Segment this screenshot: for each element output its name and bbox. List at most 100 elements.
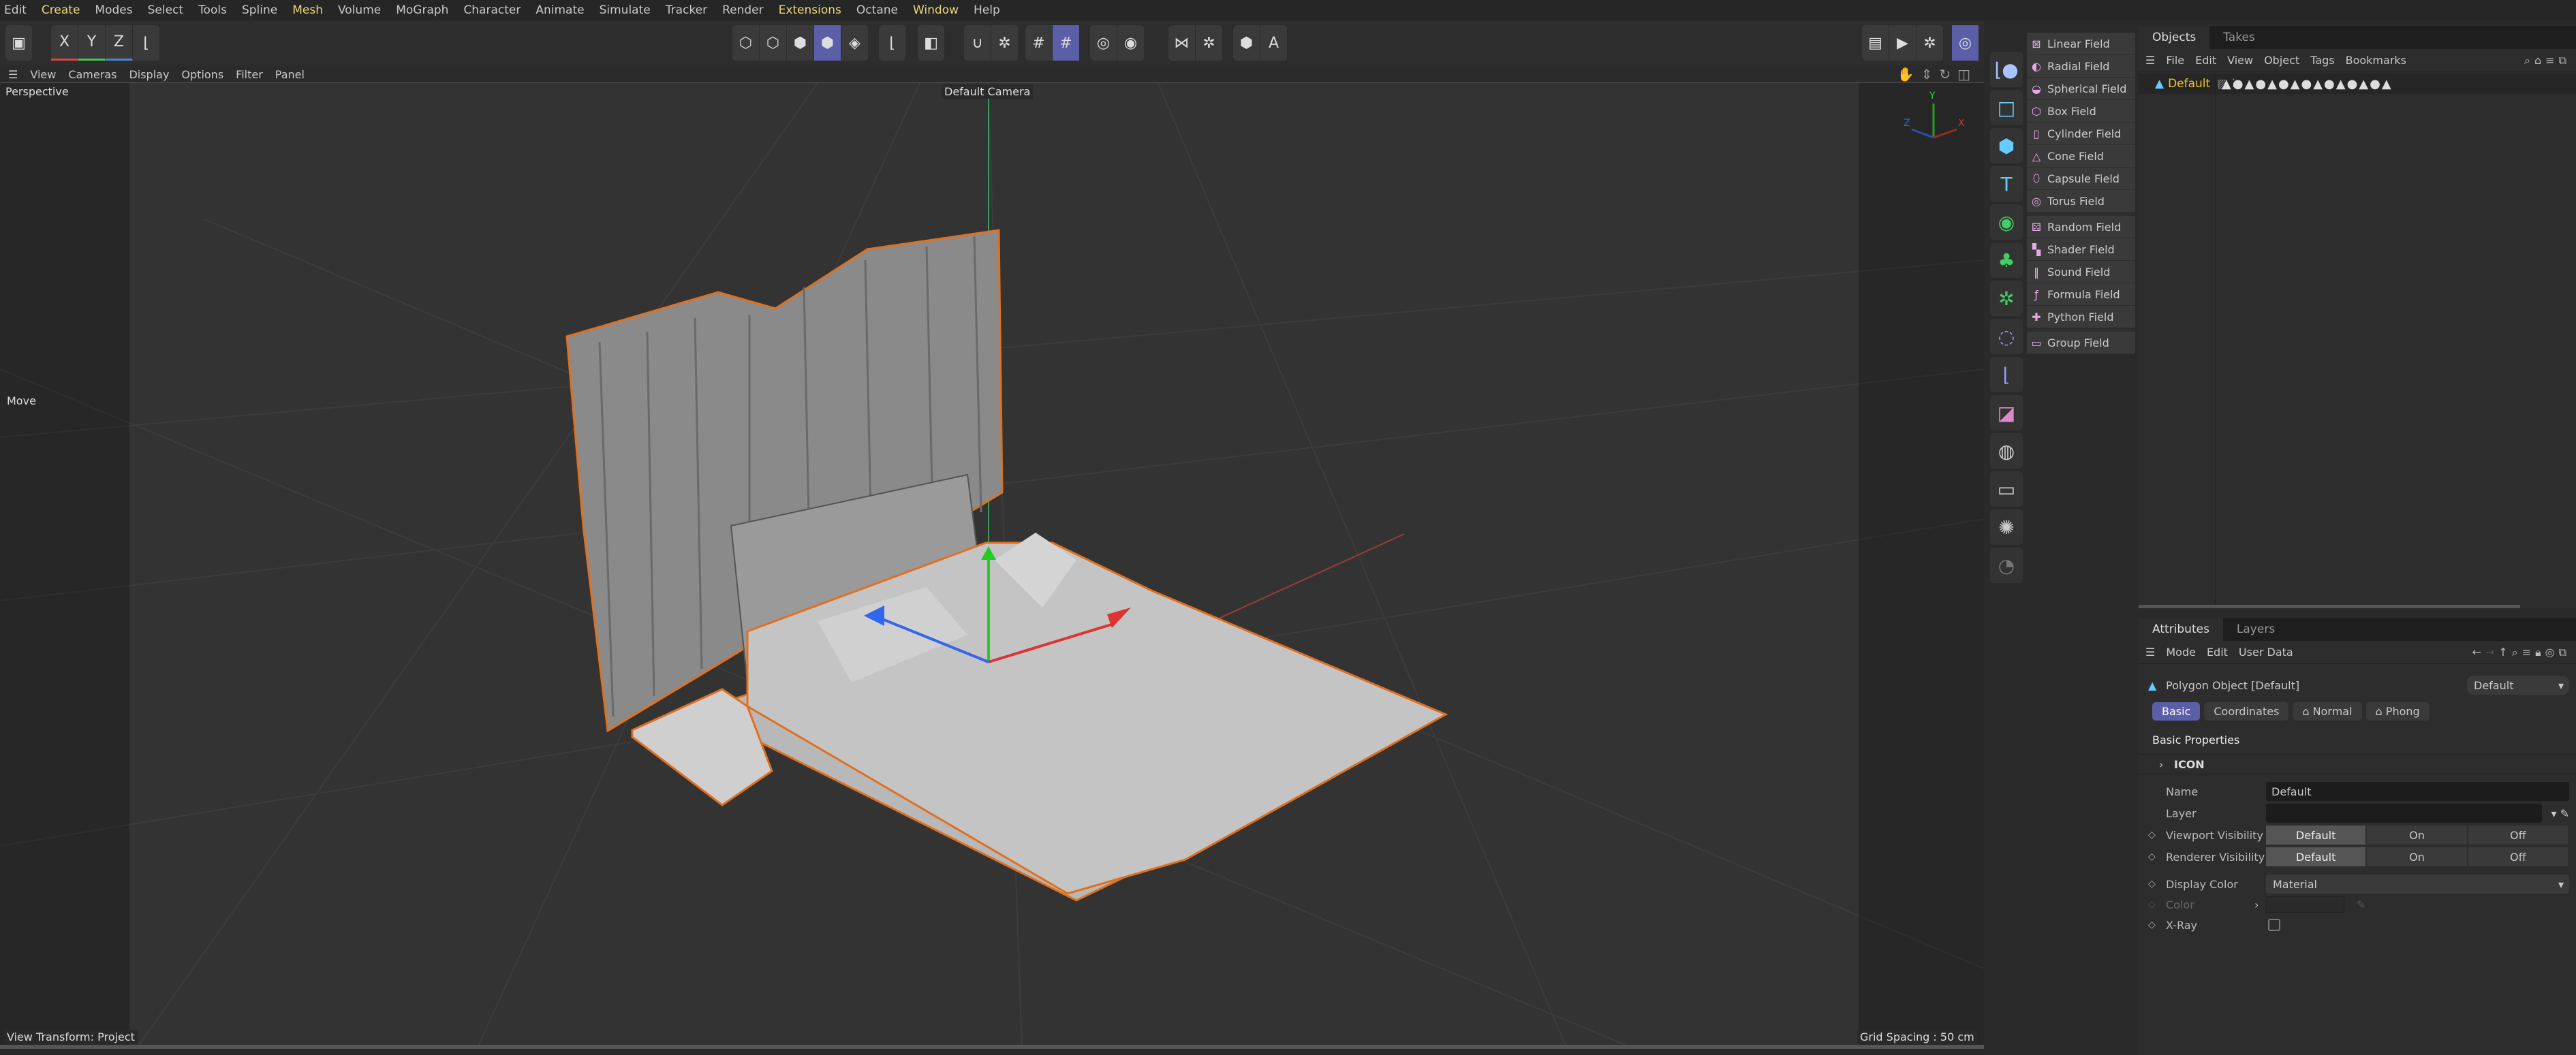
renderer-visibility-toggle[interactable]: Default On Off <box>2266 847 2569 866</box>
render-settings-icon[interactable]: ✲ <box>1917 25 1944 61</box>
radial-field[interactable]: ◐ Radial Field <box>2027 55 2135 77</box>
bed-duvet[interactable] <box>746 541 1448 895</box>
model-mode-icon[interactable]: ⬢ <box>814 25 841 61</box>
attr-menu-edit[interactable]: Edit <box>2207 646 2228 659</box>
3d-viewport[interactable]: Perspective Default Camera Y X Z Move Vi… <box>0 83 1984 1049</box>
spline-icon[interactable]: □ <box>1990 90 2023 125</box>
color-swatch[interactable] <box>2266 896 2344 913</box>
keyframe-diamond-icon[interactable]: ◇ <box>2148 830 2156 840</box>
render-view-icon[interactable]: ▤ <box>1862 25 1889 61</box>
pan-icon[interactable]: ✋ <box>1897 66 1921 82</box>
text-icon[interactable]: T <box>1990 166 2023 202</box>
layer-field[interactable] <box>2266 804 2542 823</box>
mograph-icon[interactable]: ♣ <box>1990 242 2023 278</box>
solo-icon[interactable]: ◧ <box>918 25 945 61</box>
generator-icon[interactable]: ◉ <box>1990 204 2023 240</box>
render-to-picture-viewer-icon[interactable]: ▶ <box>1889 25 1917 61</box>
workplane-lock-icon[interactable]: # <box>1053 25 1080 61</box>
viewport-menu-options[interactable]: Options <box>181 68 223 81</box>
tag-icon[interactable]: ▲●▲●▲●▲●▲●▲●▲●▲ <box>2222 77 2393 91</box>
volume-icon[interactable]: ◪ <box>1990 395 2023 430</box>
viewport-scrollbar[interactable] <box>0 1045 1984 1049</box>
hamburger-icon[interactable]: ☰ <box>2145 646 2155 659</box>
name-field[interactable]: Default <box>2266 782 2569 801</box>
objects-menu-edit[interactable]: Edit <box>2195 54 2216 67</box>
option-on[interactable]: On <box>2367 825 2467 845</box>
coordinate-system-icon[interactable]: ⌊ <box>133 25 160 61</box>
axis-z-button[interactable]: Z <box>106 25 133 61</box>
viewport-menu-view[interactable]: View <box>30 68 56 81</box>
menu-volume[interactable]: Volume <box>338 3 381 17</box>
axis-mode-icon[interactable]: ⌊ <box>879 25 906 61</box>
filter-icon[interactable]: ≡ <box>2545 54 2558 67</box>
filter-icon[interactable]: ≡ <box>2522 646 2535 659</box>
tab-attributes[interactable]: Attributes <box>2139 618 2223 641</box>
attr-menu-mode[interactable]: Mode <box>2166 646 2196 659</box>
undo-icon[interactable]: ▣ <box>5 25 33 61</box>
objects-menu-file[interactable]: File <box>2166 54 2184 67</box>
subtab-basic[interactable]: Basic <box>2152 702 2201 721</box>
snap-settings-icon[interactable]: ✲ <box>991 25 1019 61</box>
workplane-icon[interactable]: # <box>1025 25 1053 61</box>
lock-icon[interactable]: ⬢ <box>1233 25 1260 61</box>
subtab-coordinates[interactable]: Coordinates <box>2204 702 2289 721</box>
light-icon[interactable]: ✺ <box>1990 509 2023 545</box>
up-arrow-icon[interactable]: ↑ <box>2498 646 2511 659</box>
objects-menu-bookmarks[interactable]: Bookmarks <box>2346 54 2406 67</box>
subtab-phong[interactable]: ⌂ Phong <box>2365 702 2430 721</box>
menu-extensions[interactable]: Extensions <box>779 3 841 17</box>
eyedropper-icon[interactable]: ✎ <box>2357 898 2365 911</box>
menu-render[interactable]: Render <box>722 3 764 17</box>
new-window-icon[interactable]: ⧉ <box>2559 646 2571 659</box>
spherical-field[interactable]: ◒ Spherical Field <box>2027 78 2135 99</box>
null-icon[interactable]: ⌊ <box>1990 357 2023 392</box>
group-field[interactable]: ▭ Group Field <box>2027 332 2135 353</box>
viewport-menu-display[interactable]: Display <box>129 68 169 81</box>
target-icon[interactable]: ◎ <box>2545 646 2559 659</box>
tab-objects[interactable]: Objects <box>2139 26 2210 49</box>
polygons-mode-icon[interactable]: ⬢ <box>787 25 814 61</box>
sketch-icon[interactable]: ◔ <box>1990 548 2023 583</box>
objects-menu-view[interactable]: View <box>2227 54 2253 67</box>
objects-menu-object[interactable]: Object <box>2264 54 2299 67</box>
menu-character[interactable]: Character <box>463 3 521 17</box>
effector-icon[interactable]: ✲ <box>1990 281 2023 316</box>
objects-scrollbar[interactable] <box>2139 605 2520 608</box>
lock-icon[interactable]: 🔒︎ <box>2535 646 2545 659</box>
dolly-icon[interactable]: ⇕ <box>1921 66 1940 82</box>
search-icon[interactable]: ⌕ <box>2524 54 2534 67</box>
points-mode-icon[interactable]: ⬡ <box>732 25 760 61</box>
option-default[interactable]: Default <box>2266 847 2366 866</box>
new-window-icon[interactable]: ⧉ <box>2559 54 2571 67</box>
option-off[interactable]: Off <box>2468 825 2568 845</box>
symmetry-icon[interactable]: ◎ <box>1090 25 1117 61</box>
option-off[interactable]: Off <box>2468 847 2568 866</box>
random-field[interactable]: ⚄ Random Field <box>2027 216 2135 238</box>
cone-field[interactable]: △ Cone Field <box>2027 145 2135 167</box>
mirror-icon[interactable]: ⋈ <box>1168 25 1196 61</box>
python-field[interactable]: ✚ Python Field <box>2027 306 2135 328</box>
icon-group[interactable]: › ICON <box>2139 754 2576 774</box>
eyedropper-icon[interactable]: ▾ ✎ <box>2551 807 2569 820</box>
field-object-icon[interactable]: ⌊● <box>1990 52 2023 87</box>
keyframe-diamond-icon[interactable]: ◇ <box>2148 919 2156 930</box>
attr-menu-user-data[interactable]: User Data <box>2239 646 2293 659</box>
axis-y-button[interactable]: Y <box>78 25 106 61</box>
chevron-right-icon[interactable]: › <box>2254 898 2259 911</box>
symmetry-settings-icon[interactable]: ◉ <box>1117 25 1145 61</box>
subtab-normal[interactable]: ⌂ Normal <box>2293 702 2362 721</box>
formula-field[interactable]: ƒ Formula Field <box>2027 283 2135 305</box>
tab-layers[interactable]: Layers <box>2223 618 2288 641</box>
menu-spline[interactable]: Spline <box>242 3 277 17</box>
menu-tracker[interactable]: Tracker <box>666 3 707 17</box>
menu-create[interactable]: Create <box>42 3 80 17</box>
keyframe-diamond-icon[interactable]: ◇ <box>2148 851 2156 862</box>
menu-tools[interactable]: Tools <box>198 3 227 17</box>
cube-icon[interactable]: ⬢ <box>1990 128 2023 163</box>
xray-checkbox[interactable] <box>2268 919 2280 931</box>
object-row[interactable]: ▲ Default ▨ ⁚ ▲●▲●▲●▲●▲●▲●▲●▲ <box>2139 74 2576 608</box>
uv-mode-icon[interactable]: ◈ <box>841 25 869 61</box>
edges-mode-icon[interactable]: ⬡ <box>760 25 787 61</box>
tab-takes[interactable]: Takes <box>2209 26 2269 49</box>
octane-icon[interactable]: ◎ <box>1952 25 1979 61</box>
